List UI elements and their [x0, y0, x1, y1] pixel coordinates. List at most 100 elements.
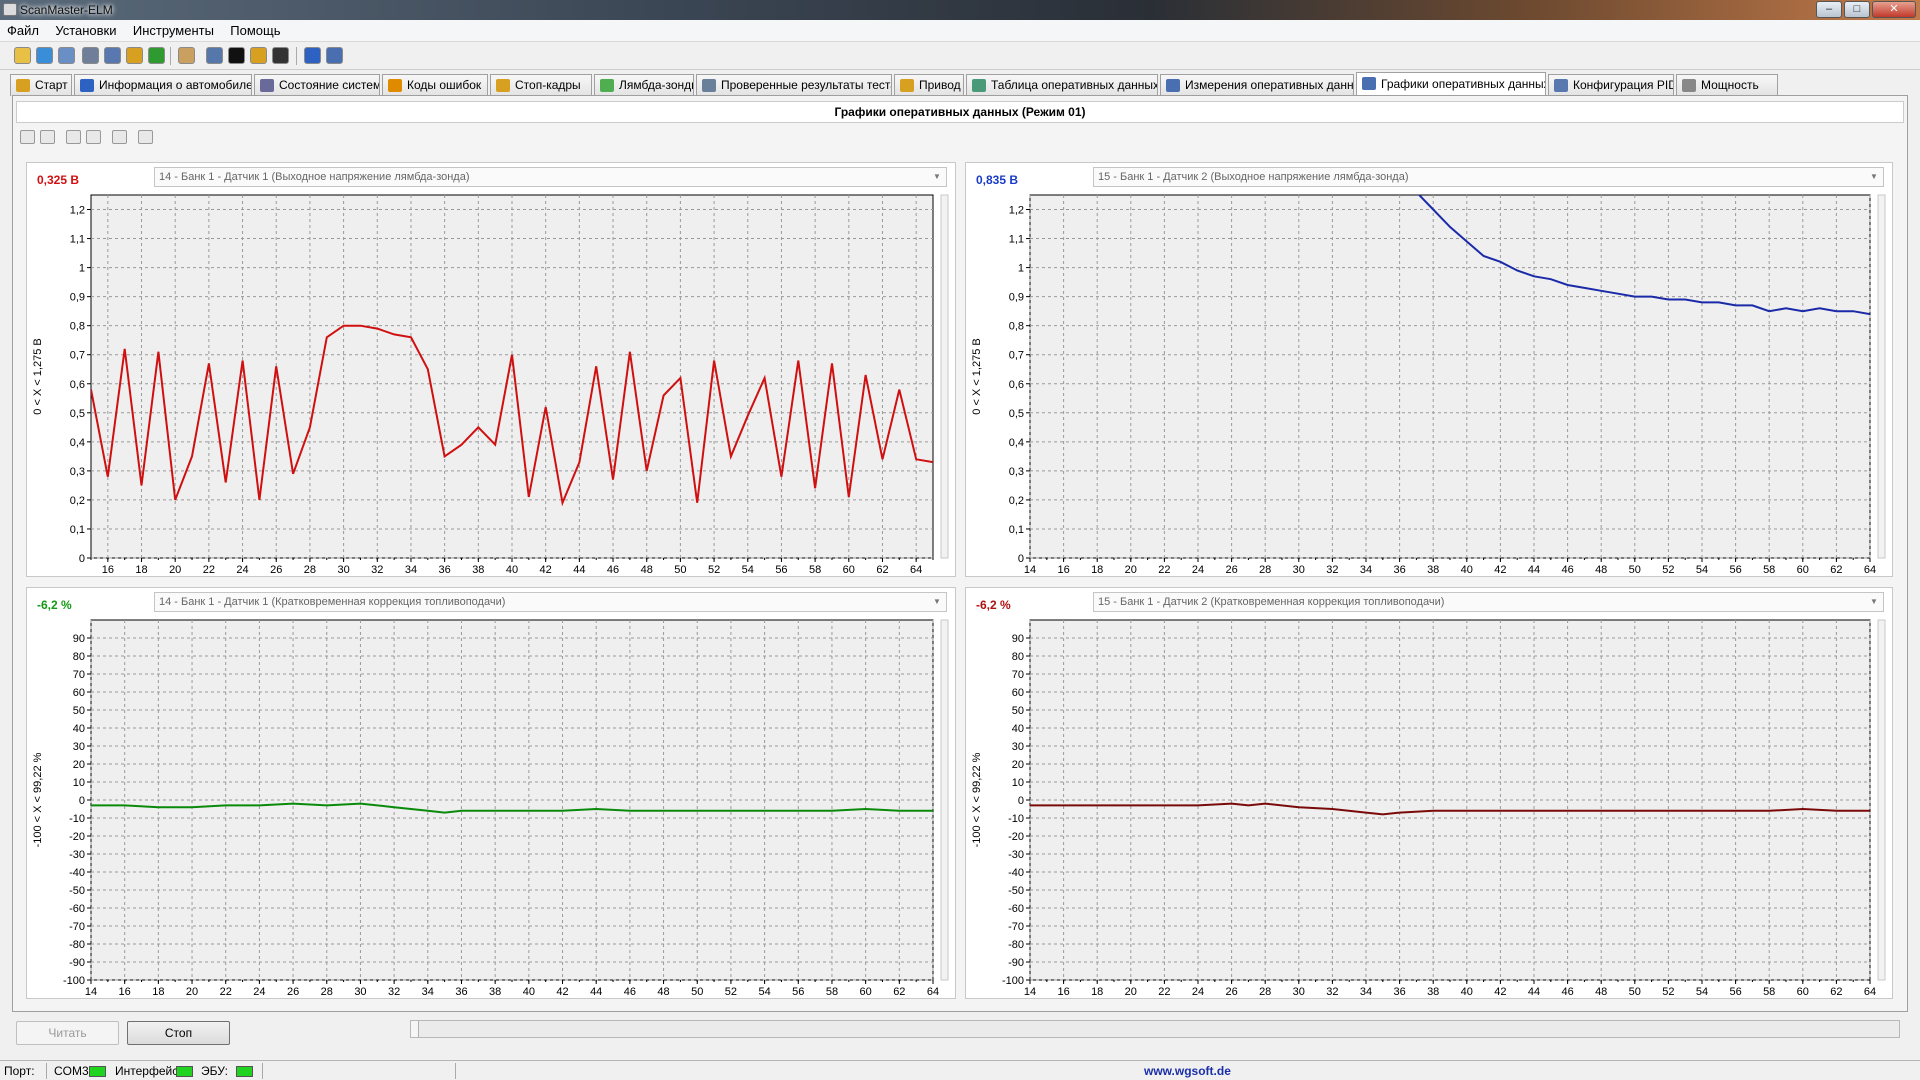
y-tick-label: 0,1 — [1009, 524, 1024, 536]
monitor-icon[interactable] — [206, 47, 223, 64]
y-tick-label: 0,5 — [1009, 408, 1024, 420]
y-tick-label: -80 — [69, 939, 85, 951]
x-tick-label: 62 — [876, 564, 888, 576]
progress-slider[interactable] — [410, 1020, 1900, 1038]
window-title: ScanMaster-ELM — [20, 3, 113, 17]
tab-config[interactable]: Конфигурация PID — [1548, 74, 1674, 96]
y-tick-label: -30 — [69, 849, 85, 861]
tab-chart[interactable]: Графики оперативных данных — [1356, 72, 1546, 97]
tab-power[interactable]: Мощность — [1676, 74, 1778, 96]
config-icon — [1554, 79, 1568, 92]
y-tick-label: -10 — [69, 813, 85, 825]
tab-label: Состояние системы — [279, 78, 380, 92]
tab-label: Старт — [35, 78, 68, 92]
fuel-trim-bank1-sensor2-chart: -6,2 % 15 - Банк 1 - Датчик 2 (Кратковрем… — [965, 587, 1893, 999]
x-tick-label: 56 — [792, 986, 804, 998]
info-icon[interactable] — [304, 47, 321, 64]
document-icon[interactable] — [58, 47, 75, 64]
x-tick-label: 34 — [1360, 986, 1372, 998]
x-tick-label: 26 — [287, 986, 299, 998]
x-tick-label: 30 — [1293, 986, 1305, 998]
y-tick-label: 90 — [1012, 633, 1024, 645]
y-tick-label: -70 — [1008, 921, 1024, 933]
x-tick-label: 58 — [809, 564, 821, 576]
x-tick-label: 26 — [270, 564, 282, 576]
clipboard-icon[interactable] — [178, 47, 195, 64]
tab-info[interactable]: Информация о автомобиле — [74, 74, 252, 96]
x-tick-label: 54 — [758, 986, 770, 998]
tab-warning[interactable]: Коды ошибок — [382, 74, 488, 96]
chart-icon[interactable] — [126, 47, 143, 64]
tab-lambda[interactable]: Лямбда-зонды — [594, 74, 694, 96]
y-tick-label: 20 — [1012, 759, 1024, 771]
system-icon — [260, 79, 274, 92]
stop-button[interactable]: Стоп — [127, 1021, 230, 1045]
terminal-icon[interactable] — [228, 47, 245, 64]
x-tick-label: 44 — [590, 986, 602, 998]
y-tick-label: 1,1 — [70, 234, 85, 246]
print-preview-icon[interactable] — [112, 130, 127, 144]
tab-label: Привод — [919, 78, 961, 92]
y-tick-label: 0,7 — [70, 350, 85, 362]
y-tick-label: 30 — [73, 741, 85, 753]
tab-drive[interactable]: Привод — [894, 74, 964, 96]
panel-title: Графики оперативных данных (Режим 01) — [16, 101, 1904, 123]
status-divider — [46, 1063, 47, 1079]
x-tick-label: 32 — [1326, 986, 1338, 998]
x-tick-label: 60 — [860, 986, 872, 998]
x-tick-label: 48 — [641, 564, 653, 576]
x-tick-label: 16 — [119, 986, 131, 998]
tab-label: Лямбда-зонды — [619, 78, 694, 92]
y-tick-label: 0 — [1018, 553, 1024, 565]
x-tick-label: 28 — [321, 986, 333, 998]
x-tick-label: 60 — [1797, 986, 1809, 998]
add-graph-icon[interactable] — [20, 130, 35, 144]
tab-camera[interactable]: Стоп-кадры — [490, 74, 592, 96]
close-button[interactable]: ✕ — [1872, 1, 1916, 18]
x-tick-label: 40 — [506, 564, 518, 576]
y-axis-label: 0 < X < 1,275 В — [32, 338, 44, 414]
menu-file[interactable]: Файл — [0, 20, 45, 38]
y-tick-label: 40 — [73, 723, 85, 735]
slider-thumb[interactable] — [411, 1021, 419, 1037]
read-button[interactable]: Читать — [16, 1021, 119, 1045]
maximize-button[interactable]: □ — [1844, 1, 1870, 18]
y-tick-label: -100 — [1002, 975, 1024, 987]
camera-icon — [496, 79, 510, 92]
x-tick-label: 56 — [1729, 564, 1741, 576]
menu-settings[interactable]: Установки — [48, 20, 122, 38]
minimize-button[interactable]: – — [1816, 1, 1842, 18]
chart-svg: 14 16 18 20 22 24 26 28 30 32 34 36 38 40 42 44 46 48 50 52… — [971, 619, 1886, 998]
open-icon[interactable] — [66, 130, 81, 144]
y-tick-label: 0,9 — [1009, 292, 1024, 304]
lambda-bank1-sensor1-chart: 0,325 В 14 - Банк 1 - Датчик 1 (Выходное … — [26, 162, 956, 577]
save-icon[interactable] — [86, 130, 101, 144]
book-icon[interactable] — [326, 47, 343, 64]
print-icon[interactable] — [138, 130, 153, 144]
status-divider — [262, 1063, 263, 1079]
tab-label: Коды ошибок — [407, 78, 482, 92]
x-tick-label: 22 — [220, 986, 232, 998]
lamp-icon[interactable] — [148, 47, 165, 64]
connect-icon[interactable] — [14, 47, 31, 64]
tab-table[interactable]: Таблица оперативных данных — [966, 74, 1158, 96]
y-tick-label: -40 — [1008, 867, 1024, 879]
menu-tools[interactable]: Инструменты — [126, 20, 220, 38]
globe-icon[interactable] — [36, 47, 53, 64]
battery-icon[interactable] — [250, 47, 267, 64]
x-tick-label: 24 — [1192, 986, 1204, 998]
tab-system[interactable]: Состояние системы — [254, 74, 380, 96]
tab-start[interactable]: Старт — [10, 74, 72, 96]
website-link[interactable]: www.wgsoft.de — [1144, 1064, 1231, 1078]
table-icon[interactable] — [82, 47, 99, 64]
y-tick-label: 60 — [1012, 687, 1024, 699]
remove-graph-icon[interactable] — [40, 130, 55, 144]
grid-icon[interactable] — [104, 47, 121, 64]
interface-label: Интерфейс — [115, 1064, 179, 1078]
disc-icon[interactable] — [272, 47, 289, 64]
tab-gear[interactable]: Проверенные результаты теста — [696, 74, 892, 96]
tab-grid[interactable]: Измерения оперативных данных — [1160, 74, 1354, 96]
menu-help[interactable]: Помощь — [223, 20, 286, 38]
x-tick-label: 64 — [1864, 986, 1876, 998]
x-tick-label: 56 — [775, 564, 787, 576]
